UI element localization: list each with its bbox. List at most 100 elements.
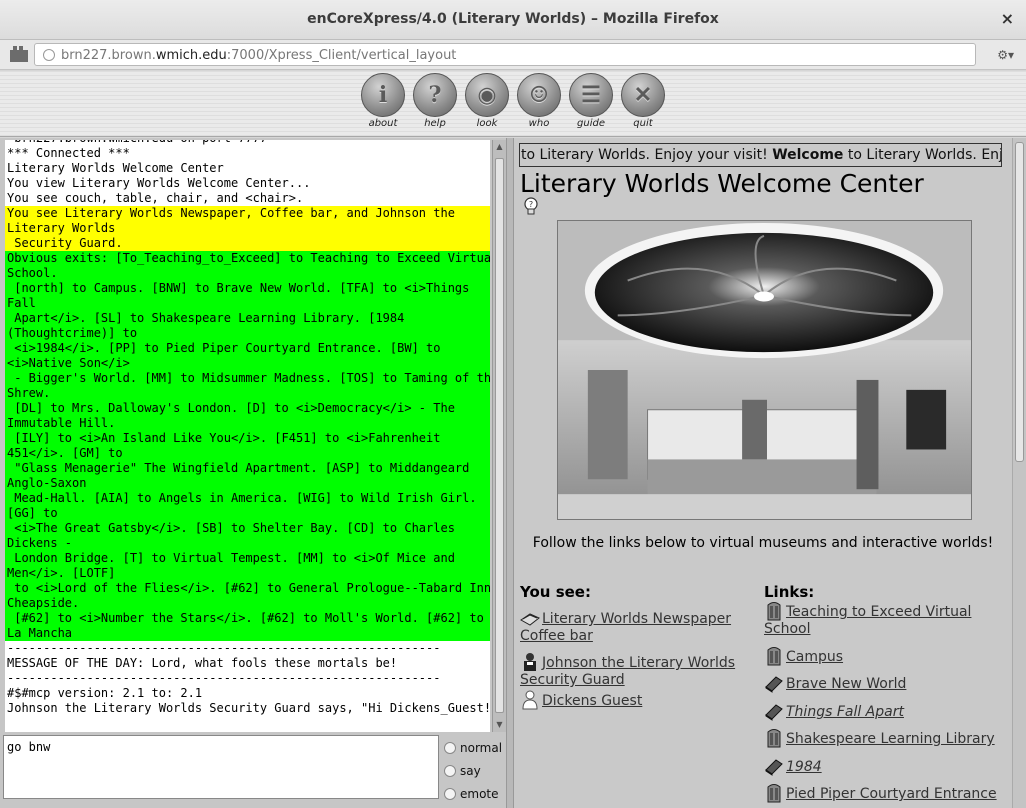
console-line: ----------------------------------------… <box>7 671 441 685</box>
console-line: School. <box>5 266 490 281</box>
radio-icon <box>444 787 456 800</box>
link-campus-text[interactable]: Campus <box>786 649 843 665</box>
link-shakespeare-library-text[interactable]: Shakespeare Learning Library <box>786 731 995 747</box>
window-titlebar: enCoreXpress/4.0 (Literary Worlds) – Moz… <box>0 0 1026 40</box>
console-line: <i>The Great Gatsby</i>. [SB] to Shelter… <box>5 521 490 536</box>
navigation-bar: brn227.brown.wmich.edu:7000/Xpress_Clien… <box>0 40 1026 70</box>
room-scrollbar[interactable] <box>1012 138 1026 808</box>
radio-icon <box>444 764 456 777</box>
door-icon <box>767 729 781 748</box>
link-campus[interactable]: Campus <box>764 646 1004 666</box>
object-security-guard-link[interactable]: Johnson the Literary Worlds Security Gua… <box>520 655 735 688</box>
tab-groups-icon[interactable] <box>10 46 28 62</box>
console-line: Fall <box>5 296 490 311</box>
console-line: Apart</i>. [SL] to Shakespeare Learning … <box>5 311 490 326</box>
object-newspaper[interactable]: Literary Worlds Newspaper Coffee bar <box>520 608 740 645</box>
you-see-heading: You see: <box>520 583 591 601</box>
console-line: Cheapside. <box>5 596 490 611</box>
link-brave-new-world[interactable]: Brave New World <box>764 673 1004 693</box>
console-line: You see Literary Worlds Newspaper, Coffe… <box>5 206 490 221</box>
url-input[interactable]: brn227.brown.wmich.edu:7000/Xpress_Clien… <box>34 43 976 66</box>
console-line: [DL] to Mrs. Dalloway's London. [D] to <… <box>5 401 490 416</box>
link-1984[interactable]: 1984 <box>764 756 1004 776</box>
look-button[interactable]: ◉ look <box>464 73 510 129</box>
scrollbar-thumb[interactable] <box>1015 142 1024 462</box>
console-line: *** Connected *** <box>7 146 130 160</box>
console-line: Obvious exits: [To_Teaching_to_Exceed] t… <box>5 251 490 266</box>
newspaper-icon <box>520 613 540 626</box>
info-icon: i <box>361 73 405 117</box>
console-line: Johnson the Literary Worlds Security Gua… <box>7 701 490 715</box>
object-security-guard[interactable]: Johnson the Literary Worlds Security Gua… <box>520 652 740 689</box>
pane-splitter[interactable] <box>506 138 514 808</box>
console-line: [ILY] to <i>An Island Like You</i>. [F45… <box>5 431 490 446</box>
lightbulb-icon: ? <box>413 73 457 117</box>
radio-icon <box>444 741 456 754</box>
globe-icon <box>43 49 55 61</box>
console-line: Security Guard. <box>5 236 490 251</box>
mode-selector: normal say emote <box>444 736 506 805</box>
book-icon <box>765 676 783 693</box>
guide-label: guide <box>577 118 605 129</box>
mode-normal-radio[interactable]: normal <box>444 736 506 759</box>
room-photo <box>557 220 972 520</box>
console-line: [GG] to <box>5 506 490 521</box>
link-teaching-to-exceed-text[interactable]: Teaching to Exceed Virtual School <box>764 604 971 637</box>
link-things-fall-apart-text[interactable]: Things Fall Apart <box>786 704 904 720</box>
door-icon <box>767 784 781 803</box>
console-line: Shrew. <box>5 386 490 401</box>
room-pane: to Literary Worlds. Enjoy your visit! We… <box>514 138 1012 808</box>
console-line: <i>1984</i>. [PP] to Pied Piper Courtyar… <box>5 341 490 356</box>
console-line: - Bigger's World. [MM] to Midsummer Madn… <box>5 371 490 386</box>
link-things-fall-apart[interactable]: Things Fall Apart <box>764 701 1004 721</box>
guide-button[interactable]: ☰ guide <box>568 73 614 129</box>
person-icon: ☺ <box>517 73 561 117</box>
mode-say-radio[interactable]: say <box>444 759 506 782</box>
scroll-up-icon[interactable]: ▲ <box>495 142 504 151</box>
quit-button[interactable]: ✕ quit <box>620 73 666 129</box>
object-newspaper-link[interactable]: Literary Worlds Newspaper Coffee bar <box>520 611 731 644</box>
command-input[interactable]: go bnw <box>3 735 439 799</box>
console-line: La Mancha <box>5 626 490 641</box>
console-scrollbar[interactable]: ▲ ▼ <box>492 140 506 732</box>
object-guest-link[interactable]: Dickens Guest <box>542 693 642 709</box>
link-brave-new-world-text[interactable]: Brave New World <box>786 676 906 692</box>
scrollbar-thumb[interactable] <box>495 158 504 713</box>
link-pied-piper-text[interactable]: Pied Piper Courtyard Entrance <box>786 786 997 802</box>
console-line: Anglo-Saxon <box>5 476 490 491</box>
console-line: #$#mcp version: 2.1 to: 2.1 <box>7 686 203 700</box>
about-label: about <box>368 118 398 129</box>
mode-emote-radio[interactable]: emote <box>444 782 506 805</box>
link-teaching-to-exceed[interactable]: Teaching to Exceed Virtual School <box>764 601 1004 638</box>
room-title: Literary Worlds Welcome Center <box>520 169 924 198</box>
who-label: who <box>528 118 550 129</box>
who-button[interactable]: ☺ who <box>516 73 562 129</box>
follow-links-text: Follow the links below to virtual museum… <box>532 535 994 551</box>
console-line: You view Literary Worlds Welcome Center.… <box>7 176 311 190</box>
about-button[interactable]: i about <box>360 73 406 129</box>
url-text: brn227.brown.wmich.edu:7000/Xpress_Clien… <box>61 48 457 63</box>
lightbulb-icon[interactable]: ? <box>523 197 539 217</box>
plugin-icon[interactable]: ⚙▾ <box>997 48 1014 62</box>
mode-normal-label: normal <box>460 740 503 755</box>
person-icon <box>524 653 536 671</box>
object-guest[interactable]: Dickens Guest <box>520 690 740 710</box>
window-title: enCoreXpress/4.0 (Literary Worlds) – Moz… <box>307 11 719 27</box>
door-icon <box>767 602 781 621</box>
link-shakespeare-library[interactable]: Shakespeare Learning Library <box>764 728 1004 748</box>
guide-icon: ☰ <box>569 73 613 117</box>
console-line: You see couch, table, chair, and <chair>… <box>7 191 304 205</box>
scroll-down-icon[interactable]: ▼ <box>495 720 504 729</box>
console-output: brn227.brown.wmich.edu on port 7777*** C… <box>5 140 490 732</box>
mode-say-label: say <box>460 763 481 778</box>
console-line: Men</i>. [LOTF] <box>5 566 490 581</box>
welcome-marquee: to Literary Worlds. Enjoy your visit! We… <box>519 143 1002 167</box>
link-pied-piper[interactable]: Pied Piper Courtyard Entrance <box>764 783 1009 803</box>
guest-icon <box>522 690 538 710</box>
links-heading: Links: <box>764 583 815 601</box>
console-line: "Glass Menagerie" The Wingfield Apartmen… <box>5 461 490 476</box>
link-1984-text[interactable]: 1984 <box>786 759 822 775</box>
close-icon[interactable]: × <box>1001 9 1014 28</box>
help-button[interactable]: ? help <box>412 73 458 129</box>
console-line: Mead-Hall. [AIA] to Angels in America. [… <box>5 491 490 506</box>
